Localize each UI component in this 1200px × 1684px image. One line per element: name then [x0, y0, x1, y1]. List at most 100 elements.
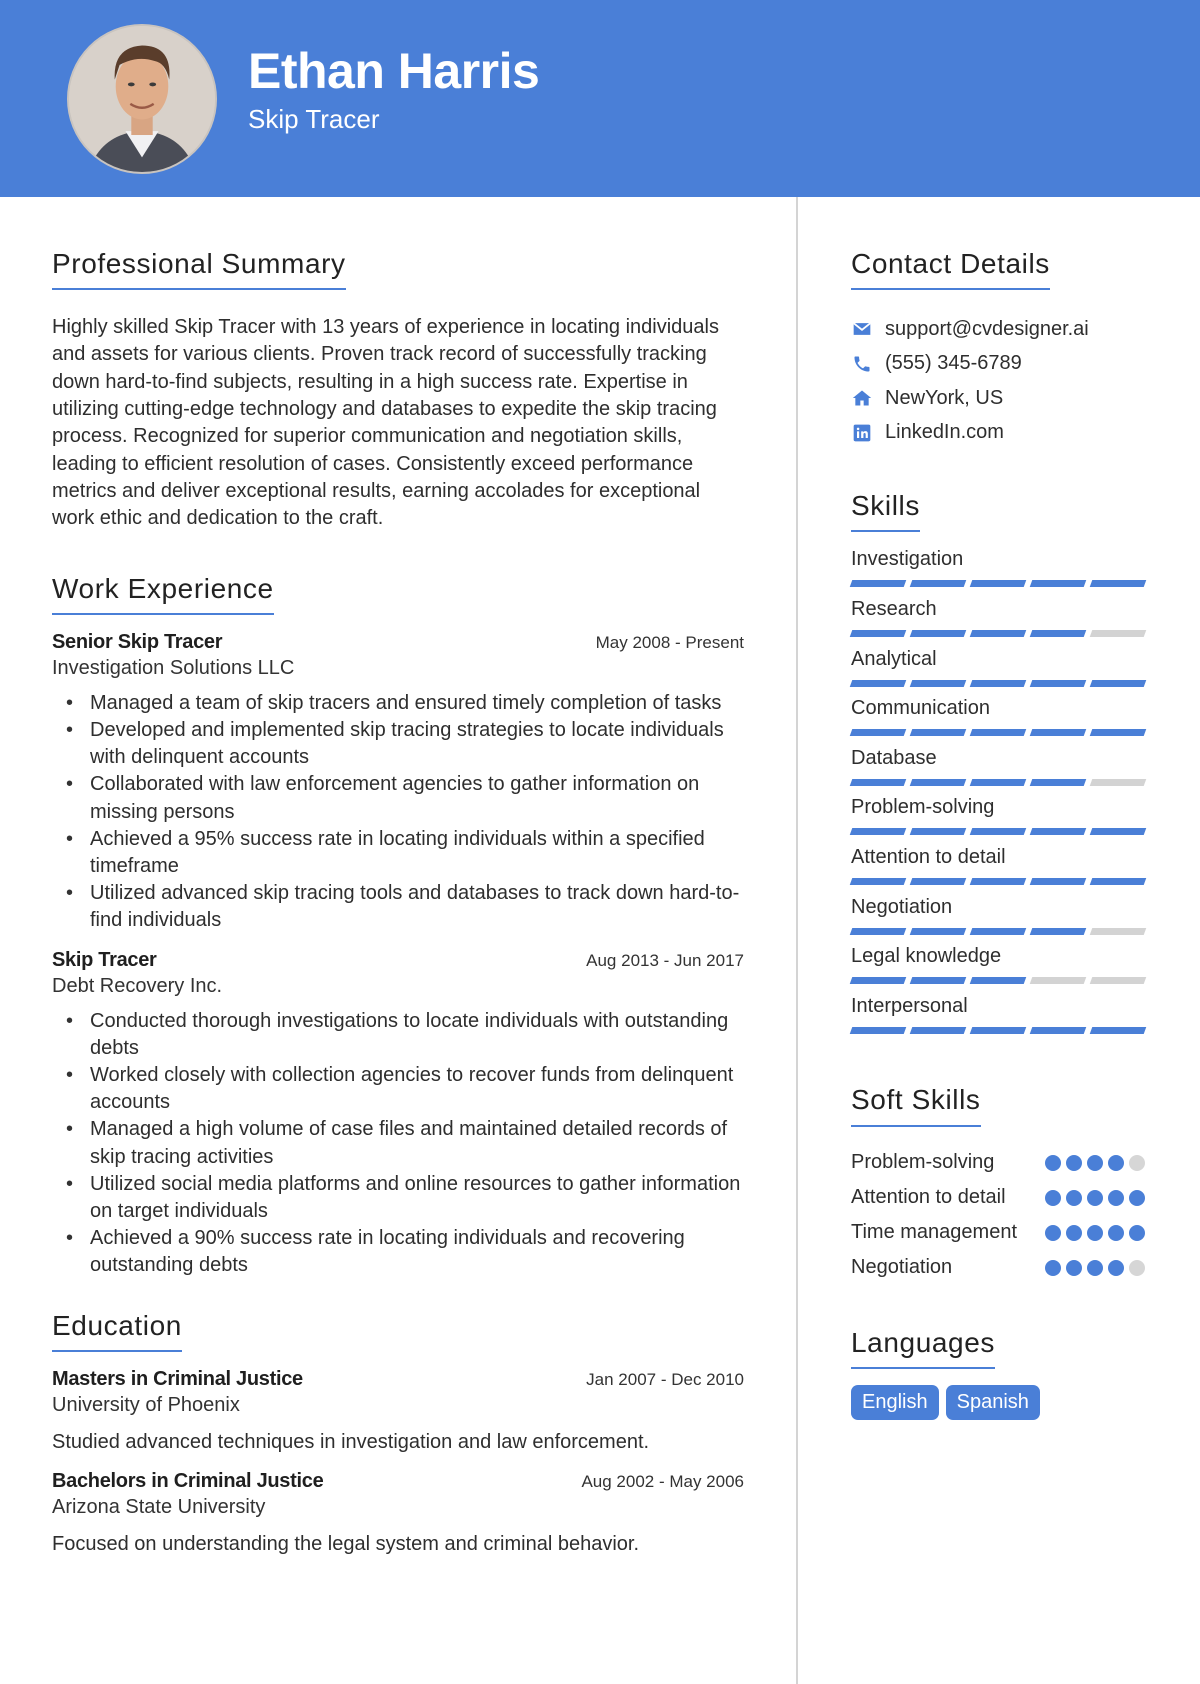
education-entry: Masters in Criminal Justice Jan 2007 - De…: [52, 1368, 744, 1454]
skill-segment-filled: [849, 977, 907, 985]
contact-text[interactable]: (555) 345-6789: [885, 352, 1022, 375]
main-column: Professional Summary Highly skilled Skip…: [52, 248, 744, 1572]
skill-item: Communication: [849, 695, 1151, 745]
envelope-icon: [851, 318, 873, 340]
soft-skill-item: Negotiation: [851, 1254, 1151, 1281]
job-entry: Senior Skip Tracer May 2008 - Present Inve…: [52, 631, 744, 935]
skill-level-bar: [849, 679, 1151, 687]
contact-text[interactable]: LinkedIn.com: [885, 421, 1004, 444]
contact-section: Contact Details support@cvdesigner.ai (55…: [851, 248, 1151, 450]
rating-dot-empty: [1129, 1154, 1145, 1171]
languages-heading: Languages: [851, 1327, 995, 1369]
skill-segment-filled: [969, 629, 1027, 637]
skill-segment-filled: [909, 1026, 967, 1034]
skills-heading: Skills: [851, 490, 920, 533]
job-bullet: Managed a team of skip tracers and ensur…: [66, 690, 744, 717]
education-school: Arizona State University: [52, 1495, 266, 1518]
rating-dot-filled: [1045, 1189, 1061, 1206]
education-section: Education Masters in Criminal Justice Jan…: [52, 1310, 744, 1556]
skill-segment-filled: [1029, 580, 1087, 588]
skill-segment-empty: [1089, 977, 1147, 985]
contact-text[interactable]: NewYork, US: [885, 387, 1003, 410]
job-entry: Skip Tracer Aug 2013 - Jun 2017 Debt Recov…: [52, 949, 744, 1280]
skill-name: Analytical: [851, 647, 937, 670]
skill-item: Problem-solving: [849, 794, 1151, 844]
contact-item[interactable]: (555) 345-6789: [851, 347, 1151, 382]
experience-heading: Work Experience: [52, 573, 274, 615]
rating-dot-filled: [1066, 1189, 1082, 1206]
skill-name: Interpersonal: [851, 994, 968, 1017]
resume-header: Ethan Harris Skip Tracer: [0, 0, 1200, 197]
education-dates: Aug 2002 - May 2006: [581, 1471, 744, 1491]
skill-item: Interpersonal: [849, 993, 1151, 1043]
skill-name: Investigation: [851, 548, 964, 571]
skill-name: Research: [851, 597, 937, 620]
rating-dot-filled: [1087, 1259, 1103, 1276]
skill-segment-filled: [1089, 729, 1147, 737]
skill-segment-filled: [1029, 828, 1087, 836]
skill-segment-filled: [909, 927, 967, 935]
skill-segment-filled: [909, 679, 967, 687]
skill-segment-filled: [909, 877, 967, 885]
summary-section: Professional Summary Highly skilled Skip…: [52, 248, 744, 533]
rating-dot-filled: [1045, 1224, 1061, 1241]
rating-dot-filled: [1087, 1224, 1103, 1241]
skill-segment-filled: [969, 1026, 1027, 1034]
skill-segment-filled: [1029, 729, 1087, 737]
job-header: Skip Tracer Aug 2013 - Jun 2017: [52, 949, 744, 972]
soft-skill-rating: [1045, 1259, 1145, 1276]
skill-segment-filled: [849, 1026, 907, 1034]
contact-heading: Contact Details: [851, 248, 1050, 291]
home-icon: [851, 387, 873, 409]
skill-name: Communication: [851, 697, 990, 720]
job-bullet: Achieved a 95% success rate in locating …: [66, 826, 744, 880]
skill-segment-filled: [969, 729, 1027, 737]
skill-segment-filled: [969, 877, 1027, 885]
soft-skill-rating: [1045, 1189, 1145, 1206]
job-bullet: Managed a high volume of case files and …: [66, 1116, 744, 1170]
skill-segment-filled: [849, 729, 907, 737]
education-degree: Masters in Criminal Justice: [52, 1367, 303, 1390]
contact-item[interactable]: support@cvdesigner.ai: [851, 312, 1151, 347]
education-description: Studied advanced techniques in investiga…: [52, 1430, 650, 1453]
skill-segment-filled: [1089, 877, 1147, 885]
education-header: Masters in Criminal Justice Jan 2007 - De…: [52, 1368, 744, 1391]
skill-segment-filled: [1089, 828, 1147, 836]
linkedin-icon: [851, 422, 873, 444]
skill-item: Analytical: [849, 646, 1151, 696]
profile-photo: [67, 24, 217, 174]
skill-segment-filled: [849, 580, 907, 588]
contact-text[interactable]: support@cvdesigner.ai: [885, 318, 1089, 341]
skill-segment-filled: [849, 877, 907, 885]
job-bullets: Managed a team of skip tracers and ensur…: [66, 690, 744, 935]
contact-item[interactable]: NewYork, US: [851, 381, 1151, 416]
language-badge: Spanish: [945, 1384, 1040, 1420]
skill-segment-filled: [969, 580, 1027, 588]
soft-skill-name: Attention to detail: [851, 1185, 1006, 1208]
skill-segment-filled: [1089, 580, 1147, 588]
skill-segment-filled: [969, 828, 1027, 836]
skill-level-bar: [849, 977, 1151, 985]
skill-level-bar: [849, 927, 1151, 935]
summary-heading: Professional Summary: [52, 248, 346, 291]
skill-item: Legal knowledge: [849, 943, 1151, 993]
rating-dot-filled: [1129, 1224, 1145, 1241]
job-bullet: Developed and implemented skip tracing s…: [66, 717, 744, 771]
soft-skill-rating: [1045, 1154, 1145, 1171]
contact-item[interactable]: LinkedIn.com: [851, 416, 1151, 451]
skill-segment-filled: [969, 778, 1027, 786]
skills-section: Skills Investigation Research Analytical Co…: [849, 490, 1151, 1043]
column-divider: [796, 197, 798, 1684]
skill-segment-filled: [849, 679, 907, 687]
skill-segment-filled: [1029, 1026, 1087, 1034]
rating-dot-filled: [1087, 1154, 1103, 1171]
job-header: Senior Skip Tracer May 2008 - Present: [52, 631, 744, 654]
job-list: Senior Skip Tracer May 2008 - Present Inve…: [52, 631, 744, 1280]
candidate-name: Ethan Harris: [248, 43, 540, 99]
skill-segment-filled: [849, 778, 907, 786]
skill-segment-filled: [1029, 877, 1087, 885]
skill-segment-filled: [909, 977, 967, 985]
rating-dot-filled: [1045, 1259, 1061, 1276]
skill-segment-filled: [909, 729, 967, 737]
skill-name: Problem-solving: [851, 796, 995, 819]
